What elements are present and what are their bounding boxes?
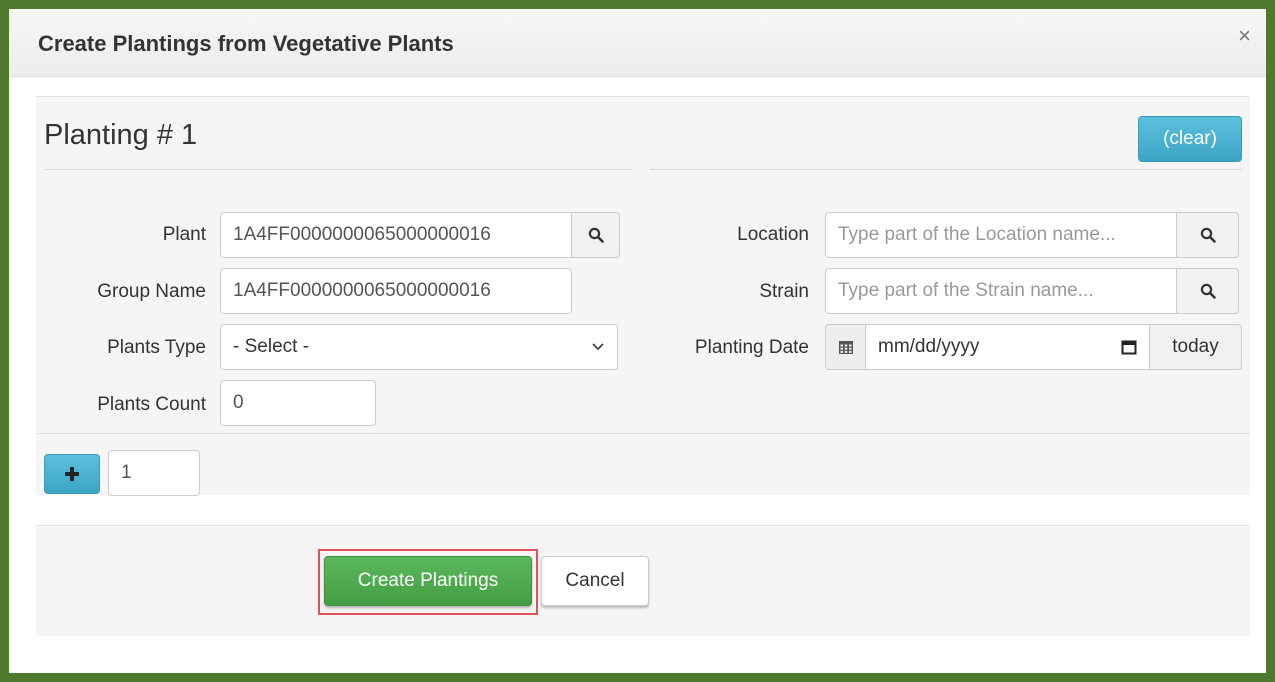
calendar-addon	[825, 324, 865, 370]
calendar-icon	[838, 339, 854, 355]
today-button[interactable]: today	[1150, 324, 1242, 370]
location-label: Location	[737, 224, 809, 245]
date-picker-icon[interactable]	[1121, 339, 1137, 355]
group-name-input[interactable]: 1A4FF0000000065000000016	[220, 268, 572, 314]
plus-icon	[64, 466, 80, 482]
modal-dialog: Create Plantings from Vegetative Plants …	[9, 9, 1266, 673]
planting-date-placeholder: mm/dd/yyyy	[878, 336, 980, 357]
planting-panel: Planting # 1 (clear) Plant 1A4FF00000000…	[36, 96, 1250, 496]
location-input[interactable]: Type part of the Location name...	[825, 212, 1177, 258]
add-count-input[interactable]: 1	[108, 450, 200, 496]
plant-label: Plant	[162, 224, 206, 245]
plants-type-selected: - Select -	[233, 336, 310, 357]
chevron-down-icon	[591, 342, 605, 352]
strain-label: Strain	[759, 281, 809, 302]
strain-search-button[interactable]	[1177, 268, 1239, 314]
modal-title: Create Plantings from Vegetative Plants	[38, 31, 454, 56]
search-icon	[1200, 227, 1216, 243]
planting-date-label: Planting Date	[694, 337, 809, 358]
divider	[650, 169, 1242, 170]
modal-footer: Create Plantings Cancel	[36, 525, 1250, 636]
search-icon	[588, 227, 604, 243]
modal-header: Create Plantings from Vegetative Plants …	[9, 9, 1266, 77]
strain-input[interactable]: Type part of the Strain name...	[825, 268, 1177, 314]
close-button[interactable]: ×	[1238, 25, 1251, 47]
plant-search-button[interactable]	[572, 212, 620, 258]
planting-date-input[interactable]: mm/dd/yyyy	[865, 324, 1150, 370]
create-plantings-button[interactable]: Create Plantings	[324, 556, 532, 606]
add-planting-button[interactable]	[44, 454, 100, 494]
location-search-button[interactable]	[1177, 212, 1239, 258]
cancel-button[interactable]: Cancel	[541, 556, 649, 606]
plants-count-label: Plants Count	[97, 394, 206, 415]
plant-input[interactable]: 1A4FF0000000065000000016	[220, 212, 572, 258]
plants-count-input[interactable]: 0	[220, 380, 376, 426]
plants-type-label: Plants Type	[107, 337, 206, 358]
planting-heading: Planting # 1	[44, 119, 198, 151]
divider	[44, 169, 632, 170]
plants-type-select[interactable]: - Select -	[220, 324, 618, 370]
group-name-label: Group Name	[97, 281, 206, 302]
divider	[36, 433, 1250, 434]
clear-button[interactable]: (clear)	[1138, 116, 1242, 162]
search-icon	[1200, 283, 1216, 299]
